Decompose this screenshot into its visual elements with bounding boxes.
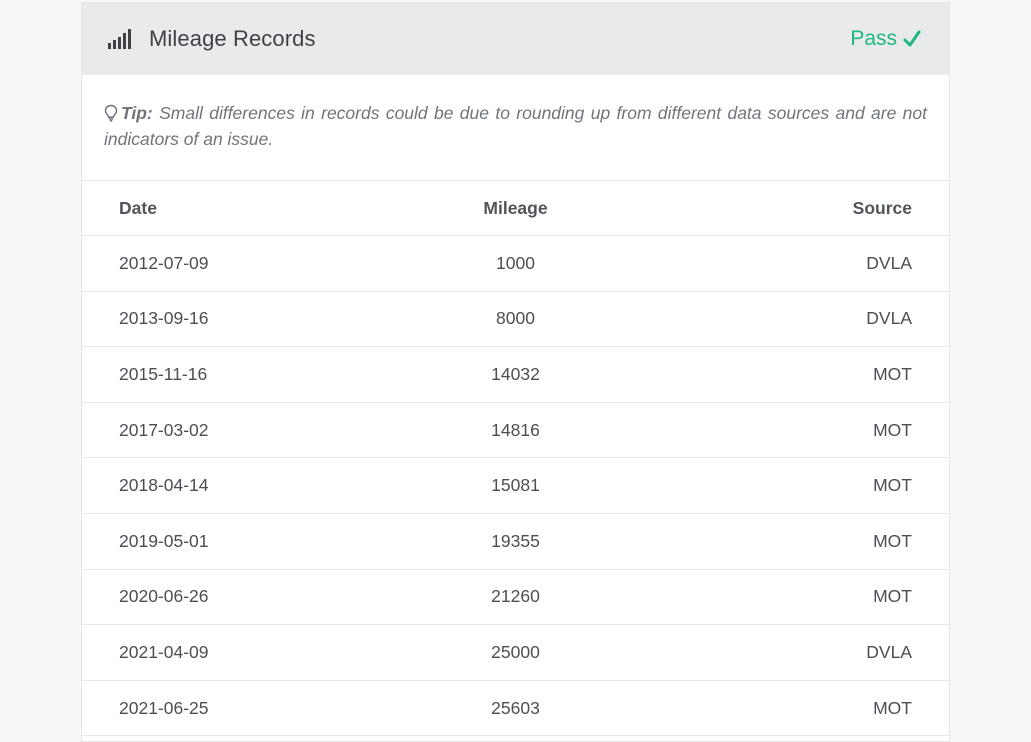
cell-source: MOT	[611, 513, 949, 570]
table-row: 2017-03-02 14816 MOT	[82, 402, 949, 459]
cell-source: DVLA	[611, 291, 949, 348]
check-icon	[903, 30, 921, 48]
table-row: 2021-04-09 25000 DVLA	[82, 624, 949, 681]
cell-date: 2017-03-02	[82, 402, 420, 459]
cell-source: MOT	[611, 402, 949, 459]
cell-date: 2018-04-14	[82, 457, 420, 514]
cell-source: DVLA	[611, 624, 949, 681]
cell-mileage: 14816	[420, 402, 611, 459]
cell-source: MOT	[611, 680, 949, 737]
table-header-row: Date Mileage Source	[82, 181, 949, 236]
column-header-mileage: Mileage	[420, 181, 611, 236]
cell-mileage: 1000	[420, 235, 611, 292]
cell-mileage: 25603	[420, 680, 611, 737]
cell-mileage: 15081	[420, 457, 611, 514]
status-label: Pass	[850, 27, 897, 50]
cell-mileage: 25000	[420, 624, 611, 681]
table-row: 2012-07-09 1000 DVLA	[82, 235, 949, 292]
cell-date: 2019-05-01	[82, 513, 420, 570]
header-left: Mileage Records	[108, 26, 316, 52]
cell-mileage: 19355	[420, 513, 611, 570]
card-header: Mileage Records Pass	[82, 3, 949, 75]
cell-source: DVLA	[611, 235, 949, 292]
cell-date: 2021-06-25	[82, 680, 420, 737]
cell-mileage: 8000	[420, 291, 611, 348]
cell-date: 2013-09-16	[82, 291, 420, 348]
column-header-source: Source	[611, 181, 949, 236]
cell-mileage: 14032	[420, 346, 611, 403]
cell-date: 2015-11-16	[82, 346, 420, 403]
signal-bars-icon	[108, 29, 135, 49]
cell-date: 2021-04-09	[82, 624, 420, 681]
cell-source: MOT	[611, 569, 949, 626]
card-title: Mileage Records	[149, 26, 316, 51]
tip-label: Tip:	[121, 103, 153, 123]
lightbulb-icon	[104, 103, 118, 122]
mileage-records-card: Mileage Records Pass Tip: Small differen…	[81, 2, 950, 742]
cell-mileage: 21260	[420, 569, 611, 626]
tip-text: Small differences in records could be du…	[104, 103, 927, 149]
cell-date: 2012-07-09	[82, 235, 420, 292]
table-row: 2019-05-01 19355 MOT	[82, 513, 949, 570]
status-badge: Pass	[850, 27, 921, 51]
tip-box: Tip: Small differences in records could …	[82, 75, 949, 181]
column-header-date: Date	[82, 181, 420, 236]
table-row: 2015-11-16 14032 MOT	[82, 346, 949, 403]
mileage-table: Date Mileage Source 2012-07-09 1000 DVLA…	[82, 181, 949, 737]
table-row: 2020-06-26 21260 MOT	[82, 569, 949, 626]
table-row: 2013-09-16 8000 DVLA	[82, 291, 949, 348]
table-row: 2018-04-14 15081 MOT	[82, 457, 949, 514]
table-row: 2021-06-25 25603 MOT	[82, 680, 949, 737]
cell-date: 2020-06-26	[82, 569, 420, 626]
cell-source: MOT	[611, 346, 949, 403]
cell-source: MOT	[611, 457, 949, 514]
